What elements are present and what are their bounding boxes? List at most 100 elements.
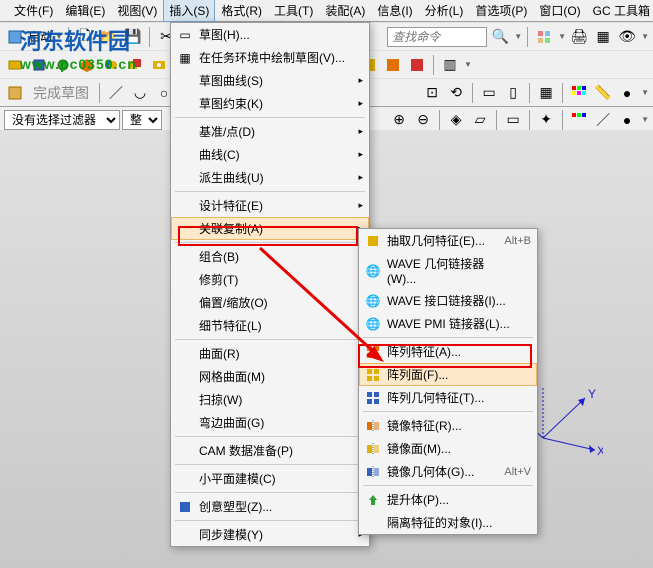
btn-e[interactable] [406, 54, 428, 76]
view-fit-icon[interactable]: ⊡ [421, 82, 443, 104]
submenu-wave-geo-linker[interactable]: 🌐WAVE 几何链接器(W)... [359, 252, 537, 289]
sel-btn-1[interactable]: ⊕ [388, 109, 410, 131]
view-icon[interactable]: 👁 [616, 26, 638, 48]
insert-associative-copy[interactable]: 关联复制(A)▸ [171, 217, 369, 240]
sel-btn-9[interactable]: ● [616, 109, 638, 131]
select-icon[interactable]: ▭ [478, 82, 500, 104]
submenu-mirror-face[interactable]: 镜像面(M)... [359, 437, 537, 460]
sel-btn-4[interactable]: ▱ [469, 109, 491, 131]
submenu-mirror-geometry[interactable]: 镜像几何体(G)...Alt+V [359, 460, 537, 483]
submenu-mirror-feature[interactable]: 镜像特征(R)... [359, 414, 537, 437]
submenu-pattern-face[interactable]: 阵列面(F)... [359, 363, 537, 386]
menu-assembly[interactable]: 装配(A) [319, 0, 371, 22]
btn-d[interactable] [382, 54, 404, 76]
wave-icon: 🌐 [365, 293, 381, 309]
insert-sketch-constraint[interactable]: 草图约束(K)▸ [171, 92, 369, 115]
menu-preferences[interactable]: 首选项(P) [469, 0, 533, 22]
insert-sweep[interactable]: 扫掠(W)▸ [171, 388, 369, 411]
color-icon[interactable]: ▦ [592, 26, 614, 48]
insert-combine[interactable]: 组合(B)▸ [171, 245, 369, 268]
unite-icon[interactable] [100, 54, 122, 76]
print-icon[interactable]: 🖨 [568, 26, 590, 48]
submenu-extract-geometry[interactable]: 抽取几何特征(E)...Alt+B [359, 229, 537, 252]
btn-f[interactable]: ▥ [439, 54, 461, 76]
color-palette-icon[interactable] [568, 82, 590, 104]
start-menu-button[interactable] [4, 26, 26, 48]
pattern-geo-icon [365, 390, 381, 406]
menu-window[interactable]: 窗口(O) [533, 0, 586, 22]
submenu-pattern-feature[interactable]: 阵列特征(A)... [359, 340, 537, 363]
mirror-face-icon [365, 441, 381, 457]
selection-scope-combo[interactable]: 整个 [122, 110, 162, 130]
sel-btn-8[interactable]: ／ [592, 109, 614, 131]
insert-sketch[interactable]: ▭草图(H)... [171, 23, 369, 46]
insert-derived-curve[interactable]: 派生曲线(U)▸ [171, 166, 369, 189]
material-icon[interactable]: ● [616, 82, 638, 104]
sketch-icon: ▭ [177, 27, 193, 43]
insert-sketch-task[interactable]: ▦在任务环境中绘制草图(V)... [171, 46, 369, 69]
deselect-icon[interactable]: ▯ [502, 82, 524, 104]
menu-info[interactable]: 信息(I) [371, 0, 418, 22]
insert-datum[interactable]: 基准/点(D)▸ [171, 120, 369, 143]
svg-text:X: X [597, 444, 603, 458]
sel-btn-6[interactable]: ✦ [535, 109, 557, 131]
new-icon[interactable]: 🗋 [74, 26, 96, 48]
submenu-pattern-geometry[interactable]: 阵列几何特征(T)... [359, 386, 537, 409]
view-rotate-icon[interactable]: ⟲ [445, 82, 467, 104]
extrude-icon[interactable] [28, 54, 50, 76]
search-icon[interactable]: 🔍 [489, 26, 511, 48]
insert-cam-data[interactable]: CAM 数据准备(P)▸ [171, 439, 369, 462]
insert-sync-model[interactable]: 同步建模(Y)▸ [171, 523, 369, 546]
insert-facet-model[interactable]: 小平面建模(C)▸ [171, 467, 369, 490]
insert-realize-shape[interactable]: 创意塑型(Z)... [171, 495, 369, 518]
promote-icon [365, 492, 381, 508]
sel-btn-7[interactable] [568, 109, 590, 131]
insert-offset-scale[interactable]: 偏置/缩放(O)▸ [171, 291, 369, 314]
submenu-promote-body[interactable]: 提升体(P)... [359, 488, 537, 511]
menu-analysis[interactable]: 分析(L) [419, 0, 470, 22]
pattern-feature-icon [365, 344, 381, 360]
insert-mesh-surface[interactable]: 网格曲面(M)▸ [171, 365, 369, 388]
svg-text:Y: Y [588, 387, 596, 401]
selection-filter-combo[interactable]: 没有选择过滤器 [4, 110, 120, 130]
command-search[interactable] [387, 27, 487, 47]
block-icon[interactable] [76, 54, 98, 76]
pattern-face-icon [365, 367, 381, 383]
measure-icon[interactable]: 📏 [592, 82, 614, 104]
submenu-wave-interface-linker[interactable]: 🌐WAVE 接口链接器(I)... [359, 289, 537, 312]
insert-surface[interactable]: 曲面(R)▸ [171, 342, 369, 365]
menu-view[interactable]: 视图(V) [111, 0, 163, 22]
submenu-isolate-feature[interactable]: 隔离特征的对象(I)... [359, 511, 537, 534]
command-search-input[interactable] [392, 30, 482, 44]
insert-trim[interactable]: 修剪(T)▸ [171, 268, 369, 291]
hole-icon[interactable] [148, 54, 170, 76]
arc-icon[interactable]: ◡ [129, 82, 151, 104]
save-icon[interactable]: 💾 [122, 26, 144, 48]
realize-shape-icon [177, 499, 193, 515]
menu-tools[interactable]: 工具(T) [268, 0, 319, 22]
insert-flange-surface[interactable]: 弯边曲面(G)▸ [171, 411, 369, 434]
menu-format[interactable]: 格式(R) [215, 0, 268, 22]
grid-icon[interactable] [533, 26, 555, 48]
line-icon[interactable]: ／ [105, 82, 127, 104]
insert-design-feature[interactable]: 设计特征(E)▸ [171, 194, 369, 217]
sketch-tool-icon[interactable] [4, 82, 26, 104]
insert-curve[interactable]: 曲线(C)▸ [171, 143, 369, 166]
menu-gctools[interactable]: GC 工具箱 [587, 0, 653, 22]
revolve-icon[interactable] [52, 54, 74, 76]
insert-detail-feature[interactable]: 细节特征(L)▸ [171, 314, 369, 337]
subtract-icon[interactable] [124, 54, 146, 76]
submenu-wave-pmi-linker[interactable]: 🌐WAVE PMI 链接器(L)... [359, 312, 537, 335]
sel-btn-3[interactable]: ◈ [445, 109, 467, 131]
open-icon[interactable]: 📂 [98, 26, 120, 48]
sketch-finish-button[interactable]: 完成草图 [28, 82, 94, 104]
menu-insert[interactable]: 插入(S) [163, 0, 215, 22]
menu-file[interactable]: 文件(F) [8, 0, 59, 22]
feature-icon[interactable] [4, 54, 26, 76]
layer-icon[interactable]: ▦ [535, 82, 557, 104]
sel-btn-2[interactable]: ⊖ [412, 109, 434, 131]
menu-edit[interactable]: 编辑(E) [59, 0, 111, 22]
insert-sketch-curve[interactable]: 草图曲线(S)▸ [171, 69, 369, 92]
sketch-task-icon: ▦ [177, 50, 193, 66]
sel-btn-5[interactable]: ▭ [502, 109, 524, 131]
